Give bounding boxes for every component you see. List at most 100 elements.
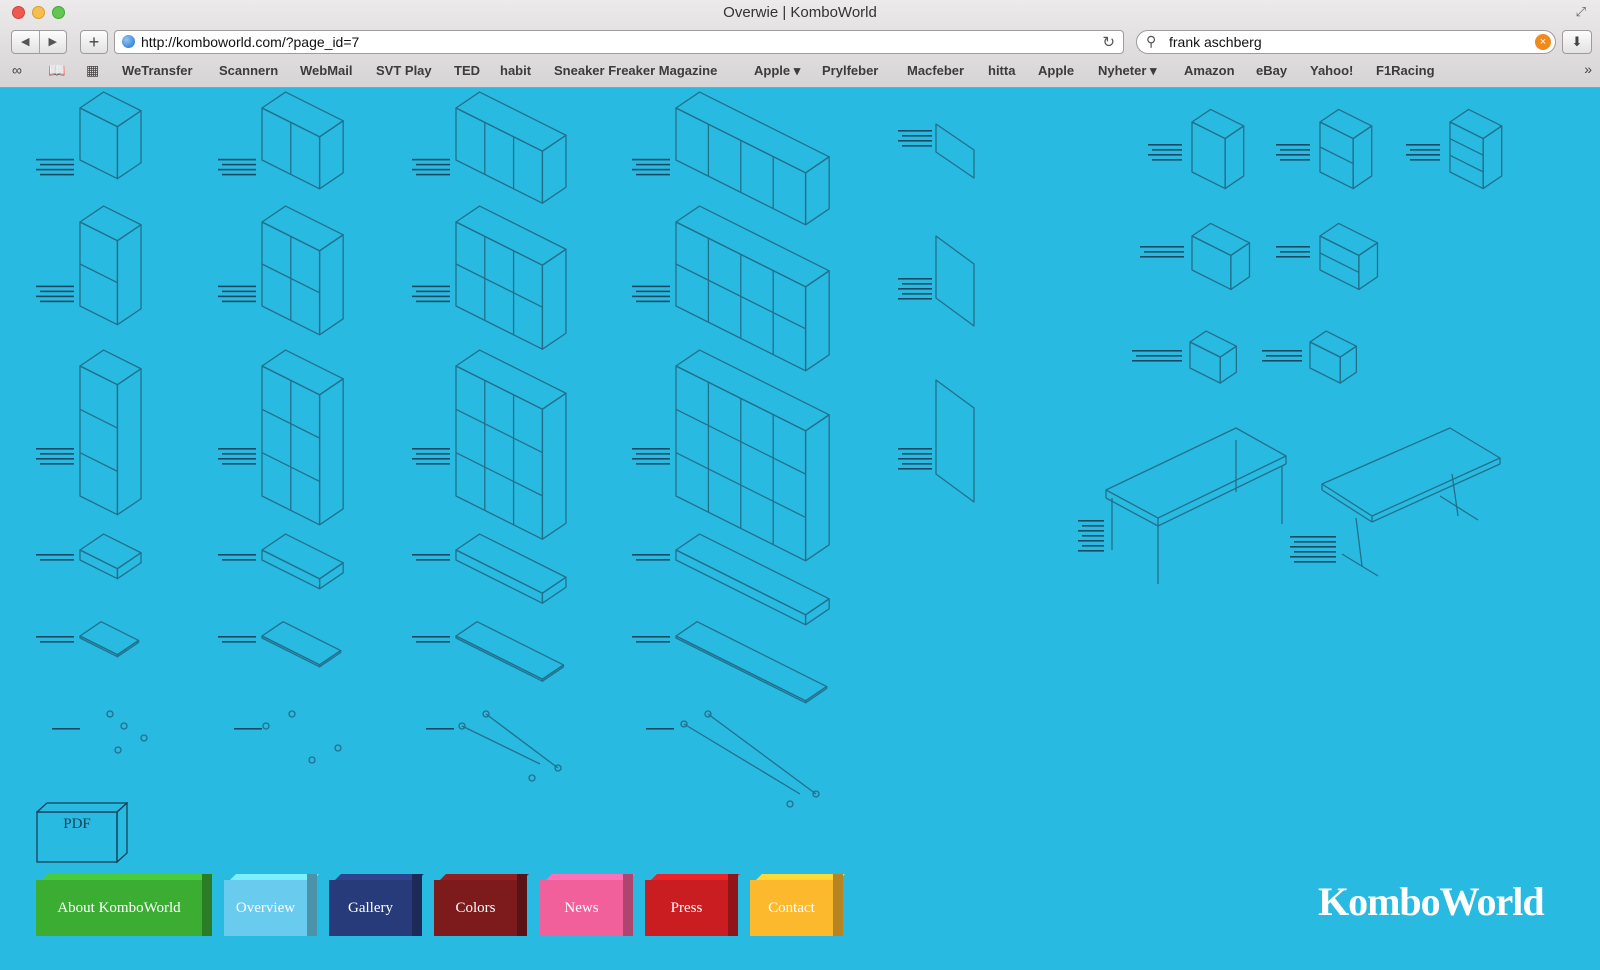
bookmark-item[interactable]: WeTransfer	[122, 63, 193, 78]
drawing-caption-line	[646, 728, 674, 730]
bookmark-item[interactable]: Amazon	[1184, 63, 1235, 78]
base-rail	[707, 713, 817, 795]
shelf-divider	[455, 408, 543, 454]
drawing-caption-line	[632, 295, 670, 298]
drawing-caption-line	[1294, 541, 1336, 543]
drawing-caption-line	[1262, 350, 1302, 352]
nav-gallery-button[interactable]: Gallery	[329, 874, 424, 936]
drawing-caption-line	[36, 448, 74, 450]
drawing-caption-line	[1294, 551, 1336, 553]
shelf-side	[116, 552, 142, 580]
drawing-caption-line	[1410, 149, 1440, 151]
bookmarks-book-icon[interactable]: 📖	[48, 62, 65, 79]
clear-search-icon[interactable]: ×	[1535, 34, 1551, 50]
drawing-caption-line	[1262, 360, 1302, 362]
bookmark-item[interactable]: habit	[500, 63, 531, 78]
shelf-side	[1219, 345, 1238, 384]
table-foot	[1341, 553, 1379, 577]
drawing-caption-line	[636, 453, 670, 455]
address-bar[interactable]: http://komboworld.com/?page_id=7 ↻	[114, 30, 1124, 54]
shelf-side	[1339, 345, 1358, 384]
drawing-caption-line	[1410, 159, 1440, 161]
bookmark-item[interactable]: Yahoo!	[1310, 63, 1353, 78]
drawing-caption-line	[426, 728, 454, 730]
shelf-side	[1230, 242, 1251, 291]
drawing-caption-line	[222, 559, 256, 561]
shelf-side	[318, 120, 344, 190]
nav-overview-button[interactable]: Overview	[224, 874, 319, 936]
drawing-caption-line	[898, 140, 932, 142]
fullscreen-icon[interactable]: ⤢	[1576, 4, 1586, 20]
drawing-caption-line	[412, 285, 450, 288]
top-sites-grid-icon[interactable]: ▦	[86, 62, 99, 79]
caster	[288, 710, 296, 718]
table-foot	[1439, 495, 1479, 521]
bookmark-item[interactable]: eBay	[1256, 63, 1287, 78]
nav-button-side	[728, 874, 738, 936]
nav-press-button[interactable]: Press	[645, 874, 740, 936]
komboworld-logo[interactable]: KomboWorld	[1318, 878, 1545, 925]
bookmark-item[interactable]: Apple ▾	[754, 63, 800, 79]
bookmark-item[interactable]: SVT Play	[376, 63, 432, 78]
drawing-caption-line	[222, 463, 256, 465]
shelf-divider	[1449, 154, 1484, 173]
nav-colors-button[interactable]: Colors	[434, 874, 529, 936]
shelf-side	[541, 664, 565, 682]
shelf-divider	[79, 263, 118, 284]
shelf-top	[261, 533, 344, 580]
caster	[114, 746, 122, 754]
bookmark-item[interactable]: WebMail	[300, 63, 353, 78]
downloads-button[interactable]: ⬇	[1562, 30, 1592, 54]
back-button[interactable]: ◀	[12, 31, 40, 53]
bookmark-item[interactable]: Prylfeber	[822, 63, 878, 78]
shelf-front	[455, 365, 544, 540]
shelf-front	[1191, 235, 1232, 291]
reading-list-icon[interactable]: ∞	[12, 62, 22, 78]
nav-contact-button[interactable]: Contact	[750, 874, 845, 936]
shelf-divider	[1449, 138, 1484, 156]
bookmark-item[interactable]: Macfeber	[907, 63, 964, 78]
bookmark-item[interactable]: Scannern	[219, 63, 278, 78]
page-content: PDF About KomboWorld Overview Gallery Co…	[0, 88, 1600, 970]
drawing-caption-line	[416, 559, 450, 561]
pdf-download-button[interactable]: PDF	[36, 802, 128, 864]
bookmark-item[interactable]: Sneaker Freaker Magazine	[554, 63, 717, 78]
shelf-divider	[79, 408, 118, 429]
forward-button[interactable]: ▶	[40, 31, 67, 53]
nav-label: Press	[670, 899, 703, 916]
drawing-caption-line	[36, 158, 74, 161]
drawing-caption-line	[1078, 540, 1104, 542]
door-panel	[935, 379, 975, 503]
drawing-caption-line	[412, 158, 450, 161]
shelf-front	[455, 549, 544, 604]
shelf-top	[261, 91, 344, 138]
bookmark-item[interactable]: TED	[454, 63, 480, 78]
drawing-caption-line	[1148, 144, 1182, 146]
bookmark-item[interactable]: F1Racing	[1376, 63, 1435, 78]
shelf-top	[79, 621, 140, 656]
bookmark-item[interactable]: Nyheter ▾	[1098, 63, 1157, 79]
reload-icon[interactable]: ↻	[1102, 33, 1115, 51]
drawing-caption-line	[632, 168, 670, 171]
drawing-caption-line	[1078, 550, 1104, 552]
shelf-top	[261, 349, 344, 396]
door-panel	[935, 235, 975, 327]
shelf-top	[455, 349, 567, 410]
shelf-front	[79, 549, 119, 580]
nav-about-button[interactable]: About KomboWorld	[36, 874, 214, 936]
shelf-divider	[1319, 252, 1360, 274]
drawing-caption-line	[416, 453, 450, 455]
drawing-caption-line	[52, 728, 80, 730]
table-edge	[1157, 463, 1287, 527]
url-text[interactable]: http://komboworld.com/?page_id=7	[141, 34, 359, 50]
shelf-side	[804, 598, 830, 626]
bookmark-item[interactable]: hitta	[988, 63, 1015, 78]
bookmark-item[interactable]: Apple	[1038, 63, 1074, 78]
nav-news-button[interactable]: News	[540, 874, 635, 936]
search-field[interactable]: ⚲ frank aschberg ×	[1136, 30, 1556, 54]
drawing-caption-line	[1294, 561, 1336, 563]
new-tab-button[interactable]: +	[80, 30, 108, 54]
drawing-caption-line	[218, 554, 256, 556]
search-input[interactable]: frank aschberg	[1169, 34, 1262, 50]
bookmarks-overflow-icon[interactable]: »	[1584, 61, 1592, 77]
